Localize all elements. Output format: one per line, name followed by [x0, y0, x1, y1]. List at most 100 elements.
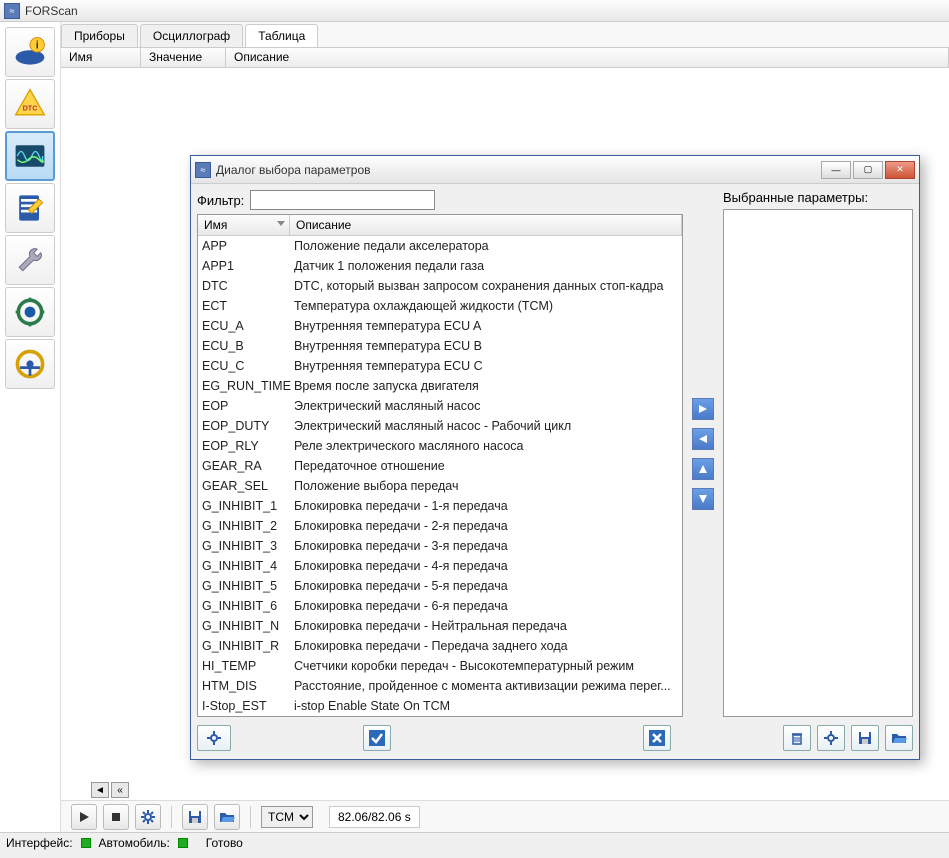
param-row[interactable]: HTM_DISРасстояние, пройденное с момента …: [198, 676, 682, 696]
param-row[interactable]: DTCDTC, который вызван запросом сохранен…: [198, 276, 682, 296]
param-row[interactable]: G_INHIBIT_1Блокировка передачи - 1-я пер…: [198, 496, 682, 516]
param-name: G_INHIBIT_N: [198, 619, 290, 633]
interface-led-icon: [81, 838, 91, 848]
param-row[interactable]: G_INHIBIT_6Блокировка передачи - 6-я пер…: [198, 596, 682, 616]
dialog-title: Диалог выбора параметров: [216, 163, 819, 177]
param-row[interactable]: G_INHIBIT_2Блокировка передачи - 2-я пер…: [198, 516, 682, 536]
save-button[interactable]: [182, 804, 208, 830]
param-row[interactable]: EOPЭлектрический масляный насос: [198, 396, 682, 416]
svg-text:DTC: DTC: [23, 103, 38, 112]
param-row[interactable]: ECU_CВнутренняя температура ECU C: [198, 356, 682, 376]
scroll-start-button[interactable]: ◄: [91, 782, 109, 798]
param-row[interactable]: ECU_BВнутренняя температура ECU B: [198, 336, 682, 356]
move-up-button[interactable]: [692, 458, 714, 480]
close-button[interactable]: ✕: [885, 161, 915, 179]
param-name: GEAR_SEL: [198, 479, 290, 493]
param-name: APP: [198, 239, 290, 253]
param-row[interactable]: GEAR_SELПоложение выбора передач: [198, 476, 682, 496]
app-icon: ≈: [4, 3, 20, 19]
move-down-button[interactable]: [692, 488, 714, 510]
param-name: ECT: [198, 299, 290, 313]
status-auto-label: Автомобиль:: [99, 836, 170, 850]
col-desc[interactable]: Описание: [226, 48, 949, 67]
open-button[interactable]: [214, 804, 240, 830]
param-desc: Счетчики коробки передач - Высокотемпера…: [290, 659, 682, 673]
sidebar-config[interactable]: [5, 287, 55, 337]
uncheck-all-button[interactable]: [643, 725, 671, 751]
param-row[interactable]: EG_RUN_TIMEВремя после запуска двигателя: [198, 376, 682, 396]
param-row[interactable]: I-Stop_ESTi-stop Enable State On TCM: [198, 696, 682, 716]
param-col-desc[interactable]: Описание: [290, 215, 682, 235]
filter-input[interactable]: [250, 190, 435, 210]
param-name: G_INHIBIT_R: [198, 639, 290, 653]
col-value[interactable]: Значение: [141, 48, 226, 67]
sidebar-oscilloscope[interactable]: [5, 131, 55, 181]
param-name: HTM_DIS: [198, 679, 290, 693]
param-name: G_INHIBIT_2: [198, 519, 290, 533]
tabs: Приборы Осциллограф Таблица: [61, 22, 949, 48]
param-row[interactable]: APPПоложение педали акселератора: [198, 236, 682, 256]
save-profile-button[interactable]: [851, 725, 879, 751]
sidebar-dtc[interactable]: DTC: [5, 79, 55, 129]
param-desc: Реле электрического масляного насоса: [290, 439, 682, 453]
auto-led-icon: [178, 838, 188, 848]
param-row[interactable]: G_INHIBIT_NБлокировка передачи - Нейтрал…: [198, 616, 682, 636]
param-dialog: ≈ Диалог выбора параметров — ▢ ✕ Фильтр:…: [190, 155, 920, 760]
param-desc: Электрический масляный насос: [290, 399, 682, 413]
selected-label: Выбранные параметры:: [723, 190, 913, 205]
param-list[interactable]: APPПоложение педали акселератораAPP1Датч…: [198, 236, 682, 716]
col-name[interactable]: Имя: [61, 48, 141, 67]
param-desc: Расстояние, пройденное с момента активиз…: [290, 679, 682, 693]
param-name: G_INHIBIT_1: [198, 499, 290, 513]
param-row[interactable]: GEAR_RAПередаточное отношение: [198, 456, 682, 476]
param-row[interactable]: ECTТемпература охлаждающей жидкости (TCM…: [198, 296, 682, 316]
param-desc: Датчик 1 положения педали газа: [290, 259, 682, 273]
delete-button[interactable]: [783, 725, 811, 751]
left-settings-button[interactable]: [197, 725, 231, 751]
param-desc: Внутренняя температура ECU B: [290, 339, 682, 353]
stop-button[interactable]: [103, 804, 129, 830]
settings-button[interactable]: [135, 804, 161, 830]
right-settings-button[interactable]: [817, 725, 845, 751]
param-col-name[interactable]: Имя: [198, 215, 290, 235]
minimize-button[interactable]: —: [821, 161, 851, 179]
param-row[interactable]: G_INHIBIT_RБлокировка передачи - Передач…: [198, 636, 682, 656]
scroll-left-button[interactable]: «: [111, 782, 129, 798]
sidebar-service[interactable]: [5, 235, 55, 285]
param-row[interactable]: G_INHIBIT_4Блокировка передачи - 4-я пер…: [198, 556, 682, 576]
dialog-titlebar[interactable]: ≈ Диалог выбора параметров — ▢ ✕: [191, 156, 919, 184]
module-select[interactable]: TCM: [261, 806, 313, 828]
sidebar-steering[interactable]: [5, 339, 55, 389]
tab-instruments[interactable]: Приборы: [61, 24, 138, 47]
param-desc: Блокировка передачи - 3-я передача: [290, 539, 682, 553]
bottom-toolbar: TCM 82.06/82.06 s: [61, 800, 949, 832]
param-name: EOP: [198, 399, 290, 413]
tab-table[interactable]: Таблица: [245, 24, 318, 47]
sidebar-tests[interactable]: [5, 183, 55, 233]
column-headers: Имя Значение Описание: [61, 48, 949, 68]
param-row[interactable]: G_INHIBIT_5Блокировка передачи - 5-я пер…: [198, 576, 682, 596]
tab-oscillograph[interactable]: Осциллограф: [140, 24, 243, 47]
remove-param-button[interactable]: [692, 428, 714, 450]
param-row[interactable]: ECU_AВнутренняя температура ECU A: [198, 316, 682, 336]
svg-text:i: i: [36, 39, 39, 51]
maximize-button[interactable]: ▢: [853, 161, 883, 179]
play-button[interactable]: [71, 804, 97, 830]
param-desc: Электрический масляный насос - Рабочий ц…: [290, 419, 682, 433]
param-name: ECU_C: [198, 359, 290, 373]
add-param-button[interactable]: [692, 398, 714, 420]
param-desc: Блокировка передачи - 2-я передача: [290, 519, 682, 533]
check-all-button[interactable]: [363, 725, 391, 751]
param-row[interactable]: HI_TEMPСчетчики коробки передач - Высоко…: [198, 656, 682, 676]
param-row[interactable]: EOP_RLYРеле электрического масляного нас…: [198, 436, 682, 456]
sidebar-vehicle-info[interactable]: i: [5, 27, 55, 77]
param-name: G_INHIBIT_4: [198, 559, 290, 573]
load-profile-button[interactable]: [885, 725, 913, 751]
param-row[interactable]: G_INHIBIT_3Блокировка передачи - 3-я пер…: [198, 536, 682, 556]
param-desc: Температура охлаждающей жидкости (TCM): [290, 299, 682, 313]
param-name: APP1: [198, 259, 290, 273]
param-row[interactable]: APP1Датчик 1 положения педали газа: [198, 256, 682, 276]
param-row[interactable]: EOP_DUTYЭлектрический масляный насос - Р…: [198, 416, 682, 436]
selected-params-list[interactable]: [723, 209, 913, 717]
status-interface-label: Интерфейс:: [6, 836, 73, 850]
